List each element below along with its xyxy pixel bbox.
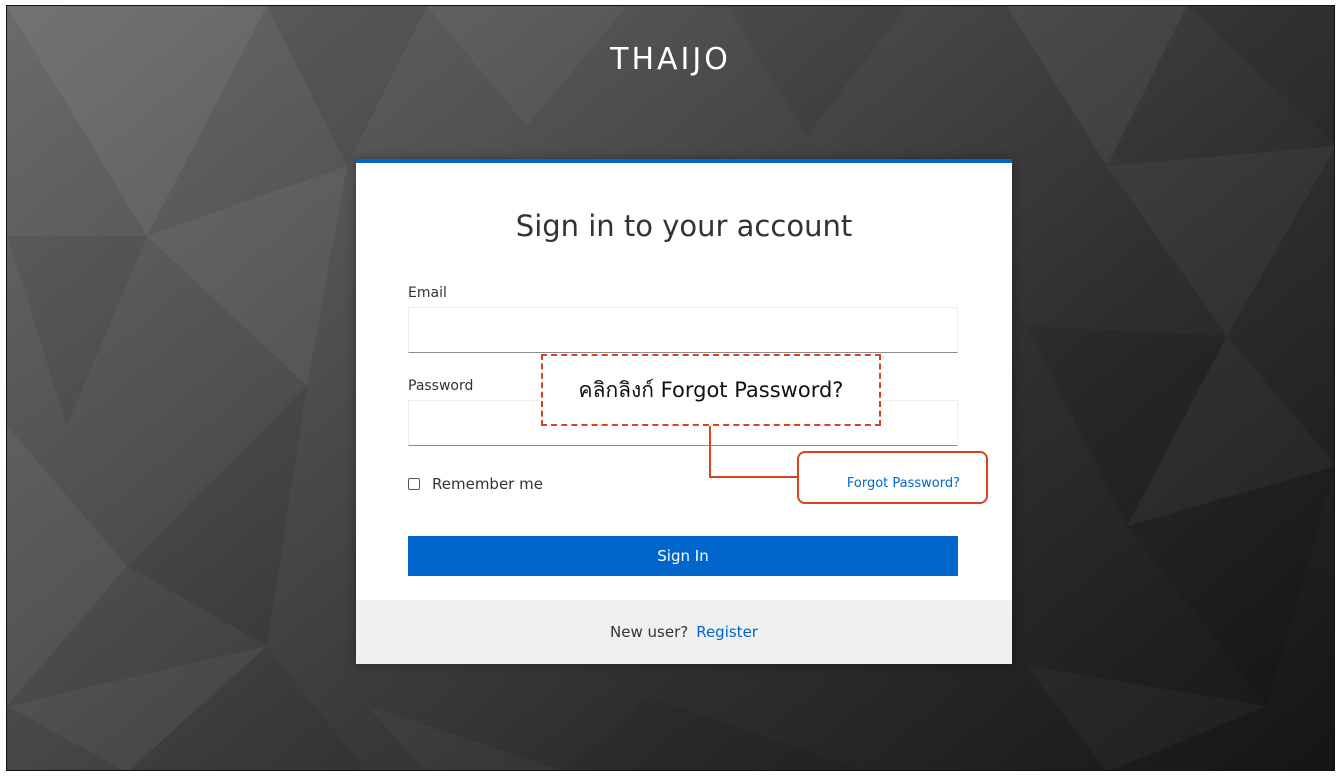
- new-user-text: New user?: [610, 623, 689, 641]
- email-field[interactable]: [408, 307, 958, 353]
- sign-in-button[interactable]: Sign In: [408, 536, 958, 576]
- email-label: Email: [408, 285, 447, 301]
- annotation-callout-text: คลิกลิงก์ Forgot Password?: [578, 377, 844, 402]
- annotation-callout: คลิกลิงก์ Forgot Password?: [541, 354, 881, 426]
- page-title: Sign in to your account: [515, 209, 853, 243]
- checkbox-icon[interactable]: [408, 478, 420, 490]
- brand-title: THAIJO: [610, 42, 731, 77]
- remember-me-checkbox[interactable]: Remember me: [408, 475, 543, 493]
- remember-me-label: Remember me: [432, 475, 543, 493]
- register-footer: New user? Register: [356, 600, 1012, 664]
- annotation-highlight-box: [797, 451, 988, 504]
- annotation-connector-horizontal: [709, 476, 798, 478]
- register-link[interactable]: Register: [696, 623, 758, 641]
- password-label: Password: [408, 378, 474, 394]
- annotation-connector-vertical: [709, 426, 711, 477]
